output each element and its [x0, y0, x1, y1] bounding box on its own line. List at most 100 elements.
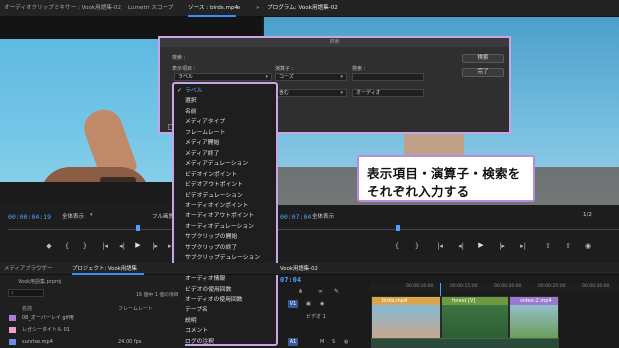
- operator-value-2: 含む: [279, 90, 290, 96]
- chevron-down-icon[interactable]: ▾: [90, 212, 93, 218]
- project-search-input[interactable]: ⌕: [8, 289, 44, 297]
- panel-expand-icon[interactable]: »: [256, 0, 259, 17]
- operator-select[interactable]: コーズ ▾: [275, 73, 347, 81]
- operator-select-2[interactable]: 含む ▾: [275, 89, 347, 97]
- track-eye-icon[interactable]: ◉: [320, 301, 324, 307]
- search-label: 検索 :: [352, 66, 366, 72]
- menu-item[interactable]: オーディオの使用回数: [174, 295, 276, 305]
- clip-forest[interactable]: forest [V]: [441, 296, 509, 342]
- program-go-to-in-icon[interactable]: |◂: [435, 242, 445, 250]
- program-timecode[interactable]: 00:07:04: [280, 213, 311, 221]
- mark-in-bracket-icon[interactable]: {: [62, 242, 72, 250]
- menu-icon[interactable]: ≡: [236, 0, 241, 17]
- menu-item-label: ビデオの使用回数: [185, 286, 232, 293]
- menu-item-label: サブクリップデュレーション: [185, 255, 261, 262]
- track-target-v1[interactable]: V1: [288, 300, 298, 308]
- callout-line-1: 表示項目・演算子・検索を: [367, 166, 521, 181]
- tab-timeline[interactable]: Vook用語集-02: [280, 263, 318, 275]
- menu-item[interactable]: 説明: [174, 316, 276, 326]
- menu-item[interactable]: サブクリップの終了: [174, 243, 276, 253]
- program-resolution-select[interactable]: 1/2: [583, 212, 592, 218]
- search-button[interactable]: 検索: [462, 54, 504, 63]
- menu-item[interactable]: オーディオデュレーション: [174, 222, 276, 232]
- menu-item[interactable]: ビデオの使用回数: [174, 285, 276, 295]
- timeline-timecode[interactable]: 07:04: [280, 276, 301, 284]
- wrench-icon[interactable]: ✎: [334, 288, 339, 295]
- menu-item[interactable]: 名前: [174, 107, 276, 117]
- tab-audio-clip-mixer[interactable]: オーディオクリップミキサー : Vook用語集-02: [4, 0, 121, 17]
- extract-icon[interactable]: ⇪: [563, 242, 573, 250]
- camera-icon[interactable]: ◉: [583, 242, 593, 250]
- program-step-back-icon[interactable]: ◂|: [456, 242, 466, 250]
- mark-in-icon[interactable]: ◆: [44, 242, 54, 250]
- step-forward-icon[interactable]: |▸: [150, 242, 160, 250]
- source-playhead[interactable]: [136, 225, 140, 231]
- program-playhead[interactable]: [396, 225, 400, 231]
- list-item[interactable]: レガシータイトル 01: [0, 324, 175, 336]
- program-scrub-bar[interactable]: [270, 229, 619, 230]
- menu-item[interactable]: ビデオデュレーション: [174, 191, 276, 201]
- track-solo-icon[interactable]: S: [332, 339, 335, 345]
- track-voice-icon[interactable]: ◍: [344, 339, 348, 345]
- menu-item[interactable]: メディア開始: [174, 138, 276, 148]
- menu-item[interactable]: メディアデュレーション: [174, 159, 276, 169]
- col-framerate-header[interactable]: フレームレート: [118, 305, 153, 312]
- menu-item[interactable]: メディア終了: [174, 149, 276, 159]
- mark-out-bracket-icon[interactable]: }: [80, 242, 90, 250]
- done-button[interactable]: 完了: [462, 68, 504, 77]
- audio-track-clip[interactable]: [371, 338, 559, 348]
- search-field-2[interactable]: オーディオ: [352, 89, 424, 97]
- program-go-to-out-icon[interactable]: ▸|: [518, 242, 528, 250]
- menu-item[interactable]: ビデオインポイント: [174, 170, 276, 180]
- menu-item-label: ビデオデュレーション: [185, 192, 243, 199]
- source-timecode[interactable]: 00:00:04:19: [8, 213, 51, 221]
- display-item-select[interactable]: ラベル ▾: [174, 73, 272, 81]
- col-name-header[interactable]: 名前: [22, 305, 32, 312]
- menu-item-label: メディアタイプ: [185, 119, 226, 126]
- menu-item[interactable]: フレームレート: [174, 128, 276, 138]
- track-mute-icon[interactable]: M: [320, 339, 324, 345]
- menu-item-label: オーディオ情報: [185, 276, 226, 283]
- program-play-icon[interactable]: ▶: [476, 241, 486, 249]
- menu-item[interactable]: ✓ ラベル: [174, 86, 276, 96]
- menu-item[interactable]: オーディオ情報: [174, 274, 276, 284]
- play-icon[interactable]: ▶: [133, 241, 143, 249]
- source-view-select[interactable]: 全体表示: [62, 212, 84, 220]
- menu-item[interactable]: オーディオインポイント: [174, 201, 276, 211]
- menu-item-label: サブクリップの開始: [185, 234, 238, 241]
- menu-item[interactable]: メディアタイプ: [174, 117, 276, 127]
- menu-item-label: サブクリップの終了: [185, 244, 238, 251]
- link-icon[interactable]: ∞: [318, 288, 323, 295]
- track-target-a1[interactable]: A1: [288, 338, 298, 346]
- menu-item[interactable]: オーディオアウトポイント: [174, 211, 276, 221]
- lift-icon[interactable]: ⇧: [543, 242, 553, 250]
- menu-item[interactable]: 選択: [174, 96, 276, 106]
- step-back-icon[interactable]: ◂|: [117, 242, 127, 250]
- track-lock-icon[interactable]: ▣: [306, 301, 311, 307]
- tab-program[interactable]: プログラム: Vook用語集-02: [267, 0, 338, 17]
- menu-item[interactable]: テープ名: [174, 305, 276, 315]
- menu-item[interactable]: ログの注釈: [174, 337, 276, 344]
- program-step-forward-icon[interactable]: |▸: [497, 242, 507, 250]
- menu-item-label: テープ名: [185, 307, 208, 314]
- search-field-1[interactable]: [352, 73, 424, 81]
- track-label: ビデオ 1: [306, 314, 326, 320]
- program-mark-out-icon[interactable]: }: [412, 242, 422, 250]
- clip-birds[interactable]: birds.mp4: [371, 296, 441, 342]
- menu-item[interactable]: サブクリップの開始: [174, 232, 276, 242]
- menu-item[interactable]: サブクリップデュレーション: [174, 253, 276, 263]
- menu-item[interactable]: ビデオアウトポイント: [174, 180, 276, 190]
- clip-video-2[interactable]: video-2.mp4: [509, 296, 559, 342]
- list-item[interactable]: sunrise.mp4 24.00 fps: [0, 336, 175, 348]
- go-to-in-icon[interactable]: |◂: [100, 242, 110, 250]
- tab-lumetri-scopes[interactable]: Lumetri スコープ: [128, 0, 173, 17]
- source-quality-select[interactable]: フル画質: [152, 212, 174, 220]
- program-mark-in-icon[interactable]: {: [392, 242, 402, 250]
- snap-icon[interactable]: ⋔: [298, 288, 303, 295]
- tab-media-browser[interactable]: メディアブラウザー: [4, 263, 52, 275]
- menu-item[interactable]: コメント: [174, 326, 276, 336]
- ruler-tick: 00:00:15:00: [450, 284, 478, 289]
- menu-item-label: 説明: [185, 317, 197, 324]
- list-item[interactable]: 08_オーバーレイ gif用: [0, 312, 175, 324]
- program-view-select[interactable]: 全体表示: [312, 212, 334, 220]
